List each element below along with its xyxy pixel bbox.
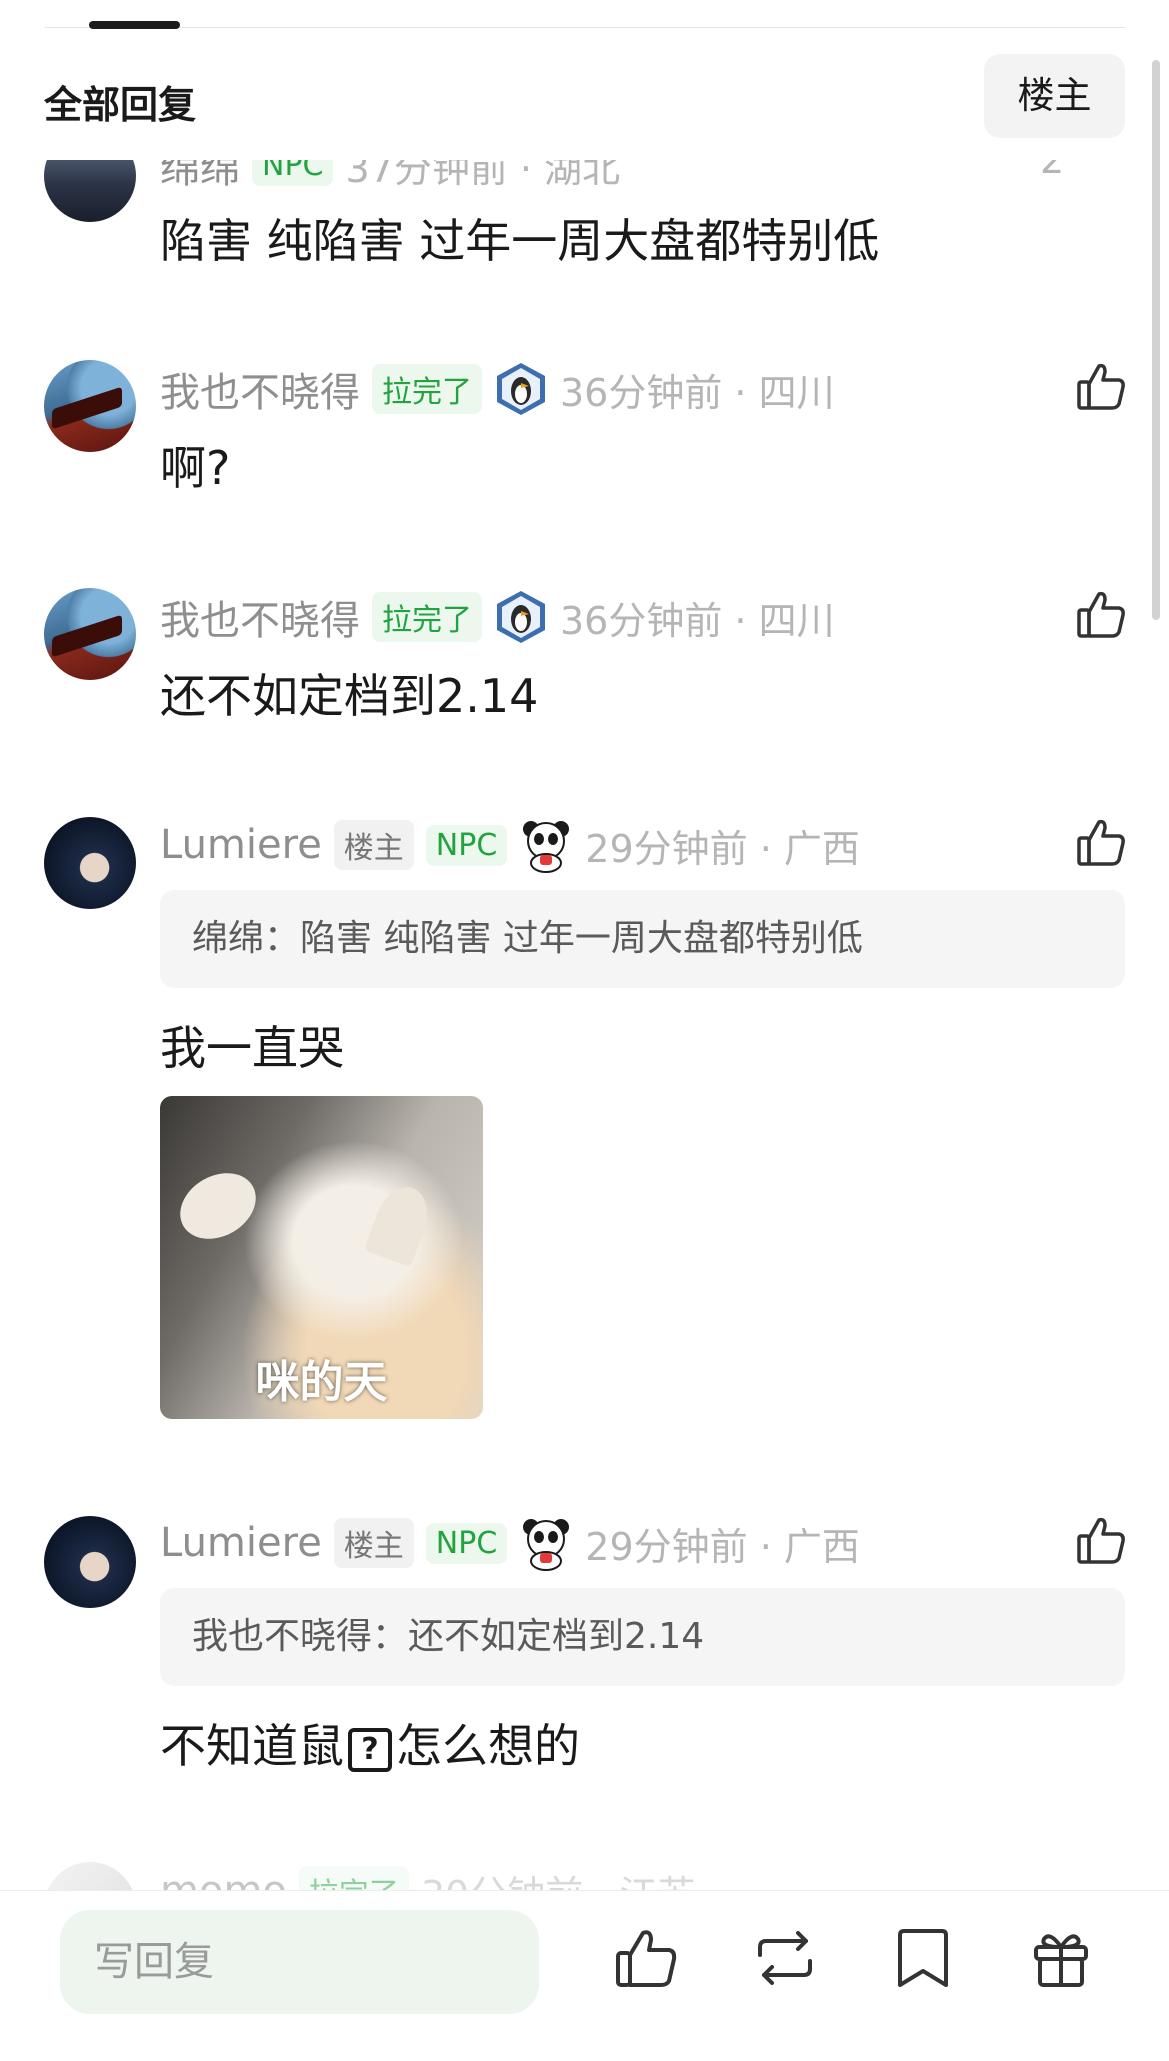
user-badge: NPC	[425, 824, 508, 866]
avatar[interactable]	[44, 1516, 136, 1608]
quoted-reply[interactable]: 我也不晓得：还不如定档到2.14	[160, 1588, 1125, 1686]
comment-meta: momo 拉完了 30分钟前 · 江苏	[160, 1862, 695, 1890]
avatar[interactable]	[44, 360, 136, 452]
comment-meta: Lumiere 楼主 NPC 29分钟前 · 广西	[160, 816, 860, 874]
quote-text: 陷害 纯陷害 过年一周大盘都特别低	[300, 918, 863, 959]
comment-text: 陷害 纯陷害 过年一周大盘都特别低	[160, 214, 880, 268]
quote-author: 我也不晓得：	[192, 1616, 409, 1657]
time-location: 36分钟前 · 四川	[560, 598, 835, 643]
comment-meta: 我也不晓得 拉完了 36分钟前 · 四川	[160, 588, 835, 646]
reply-input[interactable]	[60, 1910, 539, 2014]
like-icon[interactable]	[1075, 816, 1127, 868]
penguin-medal-icon	[494, 361, 548, 417]
username[interactable]: Lumiere	[160, 1520, 322, 1566]
comment-meta: Lumiere 楼主 NPC 29分钟前 · 广西	[160, 1514, 860, 1572]
user-badge: 拉完了	[372, 592, 482, 642]
scrollbar[interactable]	[1152, 60, 1160, 620]
comment-text-before: 不知道鼠	[160, 1719, 344, 1773]
like-icon[interactable]	[1075, 1514, 1127, 1566]
time-location: 36分钟前 · 四川	[560, 370, 835, 415]
comment-text: 不知道鼠? 怎么想的	[160, 1710, 580, 1776]
comment-meta: 我也不晓得 拉完了 36分钟前 · 四川	[160, 360, 835, 418]
time-location: 30分钟前 · 江苏	[421, 1864, 696, 1891]
quoted-reply[interactable]: 绵绵：陷害 纯陷害 过年一周大盘都特别低	[160, 890, 1125, 988]
thumb-up-icon[interactable]	[613, 1925, 679, 1991]
quote-author: 绵绵：	[192, 918, 301, 959]
username[interactable]: 我也不晓得	[160, 360, 360, 418]
user-badge: 拉完了	[372, 364, 482, 414]
gift-icon[interactable]	[1028, 1925, 1094, 1991]
like-icon[interactable]	[1075, 588, 1127, 640]
time-location: 29分钟前 · 广西	[585, 826, 860, 871]
bookmark-icon[interactable]	[890, 1925, 956, 1991]
user-badge: 拉完了	[298, 1866, 409, 1890]
comment-text: 还不如定档到2.14	[160, 669, 539, 723]
owner-tag: 楼主	[333, 1518, 414, 1568]
sticker-caption: 咪的天	[255, 1357, 388, 1408]
avatar[interactable]	[44, 817, 136, 909]
cat-paw	[168, 1160, 268, 1252]
avatar[interactable]	[44, 1862, 136, 1890]
user-badge: NPC	[425, 1522, 508, 1564]
username[interactable]: momo	[160, 1868, 287, 1890]
quote-text: 还不如定档到2.14	[408, 1616, 705, 1657]
time-location: 29分钟前 · 广西	[585, 1524, 860, 1569]
page-title: 全部回复	[44, 83, 197, 127]
cat-ear	[363, 1179, 437, 1268]
owner-only-filter-button[interactable]: 楼主	[984, 54, 1125, 138]
bottom-action-bar	[0, 1890, 1169, 2061]
reply-feed[interactable]: 绵绵 NPC 37分钟前 · 湖北 2 陷害 纯陷害 过年一周大盘都特别低 我也…	[0, 0, 1169, 1890]
panda-sticker-icon	[519, 817, 573, 873]
username[interactable]: Lumiere	[160, 822, 322, 868]
sticker-image[interactable]: 咪的天	[160, 1096, 483, 1419]
repost-icon[interactable]	[752, 1925, 818, 1991]
replies-header: 全部回复 楼主	[0, 50, 1169, 160]
penguin-medal-icon	[494, 589, 548, 645]
comment-text-after: 怎么想的	[396, 1719, 580, 1773]
avatar[interactable]	[44, 588, 136, 680]
owner-tag: 楼主	[333, 820, 414, 870]
question-emoji-icon: ?	[348, 1727, 392, 1772]
comment-text: 啊?	[160, 441, 231, 495]
like-icon[interactable]	[1075, 360, 1127, 412]
comment-text: 我一直哭	[160, 1021, 344, 1075]
panda-sticker-icon	[519, 1515, 573, 1571]
username[interactable]: 我也不晓得	[160, 588, 360, 646]
